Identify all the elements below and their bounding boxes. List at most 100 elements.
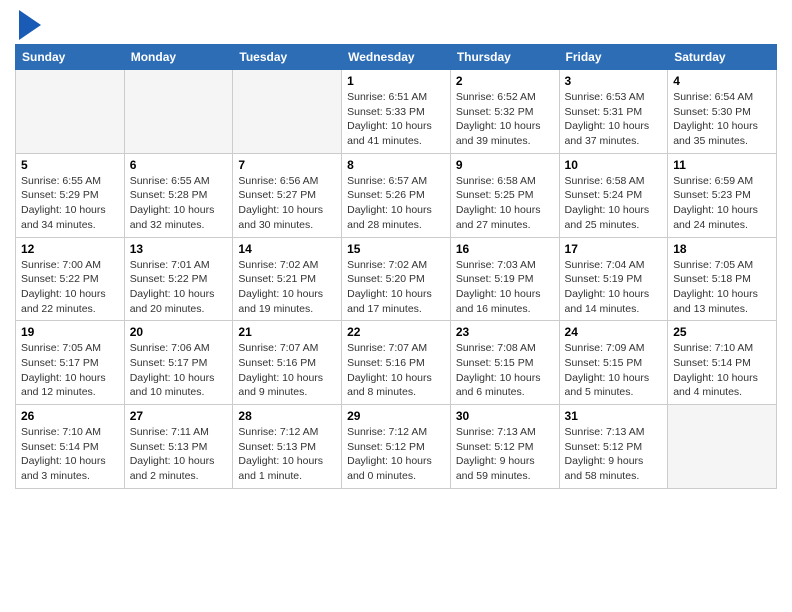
day-number: 24 <box>565 325 663 339</box>
day-cell: 9 Sunrise: 6:58 AM Sunset: 5:25 PM Daylig… <box>450 153 559 237</box>
col-header-saturday: Saturday <box>668 45 777 70</box>
day-info: Sunrise: 7:05 AM Sunset: 5:17 PM Dayligh… <box>21 341 119 400</box>
day-number: 30 <box>456 409 554 423</box>
day-info: Sunrise: 7:11 AM Sunset: 5:13 PM Dayligh… <box>130 425 228 484</box>
day-number: 29 <box>347 409 445 423</box>
day-info: Sunrise: 7:10 AM Sunset: 5:14 PM Dayligh… <box>673 341 771 400</box>
day-cell <box>124 70 233 154</box>
day-cell: 30 Sunrise: 7:13 AM Sunset: 5:12 PM Dayli… <box>450 405 559 489</box>
day-cell: 10 Sunrise: 6:58 AM Sunset: 5:24 PM Dayli… <box>559 153 668 237</box>
day-cell <box>16 70 125 154</box>
day-number: 21 <box>238 325 336 339</box>
day-cell: 3 Sunrise: 6:53 AM Sunset: 5:31 PM Daylig… <box>559 70 668 154</box>
day-number: 22 <box>347 325 445 339</box>
day-cell: 18 Sunrise: 7:05 AM Sunset: 5:18 PM Dayli… <box>668 237 777 321</box>
day-number: 8 <box>347 158 445 172</box>
day-number: 9 <box>456 158 554 172</box>
day-info: Sunrise: 6:59 AM Sunset: 5:23 PM Dayligh… <box>673 174 771 233</box>
day-info: Sunrise: 6:53 AM Sunset: 5:31 PM Dayligh… <box>565 90 663 149</box>
column-headers: SundayMondayTuesdayWednesdayThursdayFrid… <box>16 45 777 70</box>
col-header-tuesday: Tuesday <box>233 45 342 70</box>
week-row-5: 26Sunrise: 7:10 AM Sunset: 5:14 PM Dayli… <box>16 405 777 489</box>
day-info: Sunrise: 6:55 AM Sunset: 5:29 PM Dayligh… <box>21 174 119 233</box>
day-number: 3 <box>565 74 663 88</box>
day-info: Sunrise: 7:04 AM Sunset: 5:19 PM Dayligh… <box>565 258 663 317</box>
day-cell <box>233 70 342 154</box>
day-number: 18 <box>673 242 771 256</box>
day-info: Sunrise: 7:03 AM Sunset: 5:19 PM Dayligh… <box>456 258 554 317</box>
calendar-table: SundayMondayTuesdayWednesdayThursdayFrid… <box>15 44 777 489</box>
day-number: 28 <box>238 409 336 423</box>
day-info: Sunrise: 6:52 AM Sunset: 5:32 PM Dayligh… <box>456 90 554 149</box>
day-number: 14 <box>238 242 336 256</box>
day-cell: 2 Sunrise: 6:52 AM Sunset: 5:32 PM Daylig… <box>450 70 559 154</box>
day-info: Sunrise: 7:10 AM Sunset: 5:14 PM Dayligh… <box>21 425 119 484</box>
day-cell: 19 Sunrise: 7:05 AM Sunset: 5:17 PM Dayli… <box>16 321 125 405</box>
day-info: Sunrise: 6:56 AM Sunset: 5:27 PM Dayligh… <box>238 174 336 233</box>
day-number: 2 <box>456 74 554 88</box>
day-number: 19 <box>21 325 119 339</box>
day-cell: 20 Sunrise: 7:06 AM Sunset: 5:17 PM Dayli… <box>124 321 233 405</box>
page-header <box>15 10 777 40</box>
day-cell: 26Sunrise: 7:10 AM Sunset: 5:14 PM Dayli… <box>16 405 125 489</box>
day-info: Sunrise: 7:08 AM Sunset: 5:15 PM Dayligh… <box>456 341 554 400</box>
day-cell: 8 Sunrise: 6:57 AM Sunset: 5:26 PM Daylig… <box>342 153 451 237</box>
day-cell: 16 Sunrise: 7:03 AM Sunset: 5:19 PM Dayli… <box>450 237 559 321</box>
day-info: Sunrise: 7:13 AM Sunset: 5:12 PM Dayligh… <box>456 425 554 484</box>
day-info: Sunrise: 7:02 AM Sunset: 5:20 PM Dayligh… <box>347 258 445 317</box>
day-number: 20 <box>130 325 228 339</box>
week-row-2: 5 Sunrise: 6:55 AM Sunset: 5:29 PM Daylig… <box>16 153 777 237</box>
day-info: Sunrise: 6:55 AM Sunset: 5:28 PM Dayligh… <box>130 174 228 233</box>
day-cell: 4 Sunrise: 6:54 AM Sunset: 5:30 PM Daylig… <box>668 70 777 154</box>
week-row-4: 19 Sunrise: 7:05 AM Sunset: 5:17 PM Dayli… <box>16 321 777 405</box>
day-number: 31 <box>565 409 663 423</box>
day-info: Sunrise: 6:54 AM Sunset: 5:30 PM Dayligh… <box>673 90 771 149</box>
col-header-thursday: Thursday <box>450 45 559 70</box>
day-number: 1 <box>347 74 445 88</box>
week-row-1: 1 Sunrise: 6:51 AM Sunset: 5:33 PM Daylig… <box>16 70 777 154</box>
col-header-sunday: Sunday <box>16 45 125 70</box>
day-info: Sunrise: 7:05 AM Sunset: 5:18 PM Dayligh… <box>673 258 771 317</box>
day-cell <box>668 405 777 489</box>
day-cell: 22 Sunrise: 7:07 AM Sunset: 5:16 PM Dayli… <box>342 321 451 405</box>
day-cell: 11 Sunrise: 6:59 AM Sunset: 5:23 PM Dayli… <box>668 153 777 237</box>
day-info: Sunrise: 7:12 AM Sunset: 5:12 PM Dayligh… <box>347 425 445 484</box>
day-cell: 27 Sunrise: 7:11 AM Sunset: 5:13 PM Dayli… <box>124 405 233 489</box>
day-cell: 5 Sunrise: 6:55 AM Sunset: 5:29 PM Daylig… <box>16 153 125 237</box>
day-number: 4 <box>673 74 771 88</box>
col-header-wednesday: Wednesday <box>342 45 451 70</box>
day-number: 23 <box>456 325 554 339</box>
day-cell: 17 Sunrise: 7:04 AM Sunset: 5:19 PM Dayli… <box>559 237 668 321</box>
day-cell: 12 Sunrise: 7:00 AM Sunset: 5:22 PM Dayli… <box>16 237 125 321</box>
day-number: 25 <box>673 325 771 339</box>
day-info: Sunrise: 6:58 AM Sunset: 5:24 PM Dayligh… <box>565 174 663 233</box>
day-info: Sunrise: 7:06 AM Sunset: 5:17 PM Dayligh… <box>130 341 228 400</box>
day-number: 16 <box>456 242 554 256</box>
day-number: 15 <box>347 242 445 256</box>
day-info: Sunrise: 7:07 AM Sunset: 5:16 PM Dayligh… <box>347 341 445 400</box>
day-info: Sunrise: 6:57 AM Sunset: 5:26 PM Dayligh… <box>347 174 445 233</box>
day-info: Sunrise: 6:58 AM Sunset: 5:25 PM Dayligh… <box>456 174 554 233</box>
col-header-friday: Friday <box>559 45 668 70</box>
day-number: 12 <box>21 242 119 256</box>
day-info: Sunrise: 7:12 AM Sunset: 5:13 PM Dayligh… <box>238 425 336 484</box>
day-cell: 13Sunrise: 7:01 AM Sunset: 5:22 PM Dayli… <box>124 237 233 321</box>
day-cell: 29 Sunrise: 7:12 AM Sunset: 5:12 PM Dayli… <box>342 405 451 489</box>
day-info: Sunrise: 7:02 AM Sunset: 5:21 PM Dayligh… <box>238 258 336 317</box>
day-number: 7 <box>238 158 336 172</box>
day-cell: 28 Sunrise: 7:12 AM Sunset: 5:13 PM Dayli… <box>233 405 342 489</box>
day-cell: 6Sunrise: 6:55 AM Sunset: 5:28 PM Daylig… <box>124 153 233 237</box>
day-number: 11 <box>673 158 771 172</box>
day-number: 17 <box>565 242 663 256</box>
day-cell: 1 Sunrise: 6:51 AM Sunset: 5:33 PM Daylig… <box>342 70 451 154</box>
day-cell: 14 Sunrise: 7:02 AM Sunset: 5:21 PM Dayli… <box>233 237 342 321</box>
day-number: 27 <box>130 409 228 423</box>
day-number: 10 <box>565 158 663 172</box>
day-cell: 24Sunrise: 7:09 AM Sunset: 5:15 PM Dayli… <box>559 321 668 405</box>
day-info: Sunrise: 6:51 AM Sunset: 5:33 PM Dayligh… <box>347 90 445 149</box>
day-info: Sunrise: 7:00 AM Sunset: 5:22 PM Dayligh… <box>21 258 119 317</box>
day-number: 5 <box>21 158 119 172</box>
day-info: Sunrise: 7:13 AM Sunset: 5:12 PM Dayligh… <box>565 425 663 484</box>
day-info: Sunrise: 7:07 AM Sunset: 5:16 PM Dayligh… <box>238 341 336 400</box>
day-number: 13 <box>130 242 228 256</box>
